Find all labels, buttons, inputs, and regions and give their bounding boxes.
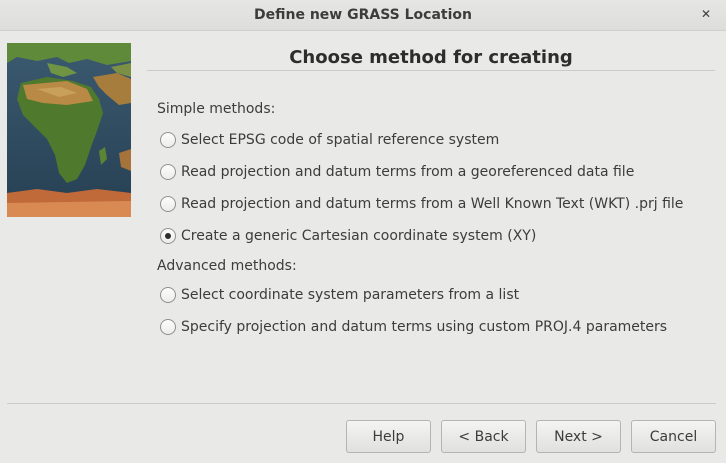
radio-label: Create a generic Cartesian coordinate sy…	[181, 228, 537, 244]
dialog-window: Define new GRASS Location ✕ Choose metho…	[0, 0, 726, 463]
radio-wkt-file[interactable]: Read projection and datum terms from a W…	[160, 194, 683, 214]
title-bar[interactable]: Define new GRASS Location ✕	[0, 0, 726, 31]
radio-button[interactable]	[160, 287, 176, 303]
page-heading: Choose method for creating	[289, 47, 573, 68]
radio-generic-xy[interactable]: Create a generic Cartesian coordinate sy…	[160, 226, 536, 246]
radio-label: Specify projection and datum terms using…	[181, 319, 668, 335]
radio-parameter-list[interactable]: Select coordinate system parameters from…	[160, 285, 519, 305]
simple-methods-label: Simple methods:	[157, 101, 276, 117]
page-heading-area: Choose method for creating	[147, 40, 715, 70]
radio-label: Select EPSG code of spatial reference sy…	[181, 132, 500, 148]
world-map-image	[7, 43, 131, 217]
radio-epsg[interactable]: Select EPSG code of spatial reference sy…	[160, 130, 499, 150]
radio-button-selected[interactable]	[160, 228, 176, 244]
radio-label: Read projection and datum terms from a g…	[181, 164, 635, 180]
close-icon[interactable]: ✕	[698, 6, 714, 22]
footer-divider	[7, 403, 716, 404]
advanced-methods-label: Advanced methods:	[157, 258, 297, 274]
radio-georeferenced-file[interactable]: Read projection and datum terms from a g…	[160, 162, 634, 182]
heading-divider	[147, 70, 715, 71]
next-button[interactable]: Next >	[536, 420, 621, 453]
radio-label: Read projection and datum terms from a W…	[181, 196, 684, 212]
back-button[interactable]: < Back	[441, 420, 526, 453]
window-title: Define new GRASS Location	[254, 7, 472, 23]
radio-label: Select coordinate system parameters from…	[181, 287, 520, 303]
radio-button[interactable]	[160, 132, 176, 148]
radio-proj4-parameters[interactable]: Specify projection and datum terms using…	[160, 317, 667, 337]
radio-button[interactable]	[160, 319, 176, 335]
radio-button[interactable]	[160, 196, 176, 212]
cancel-button[interactable]: Cancel	[631, 420, 716, 453]
help-button[interactable]: Help	[346, 420, 431, 453]
radio-button[interactable]	[160, 164, 176, 180]
